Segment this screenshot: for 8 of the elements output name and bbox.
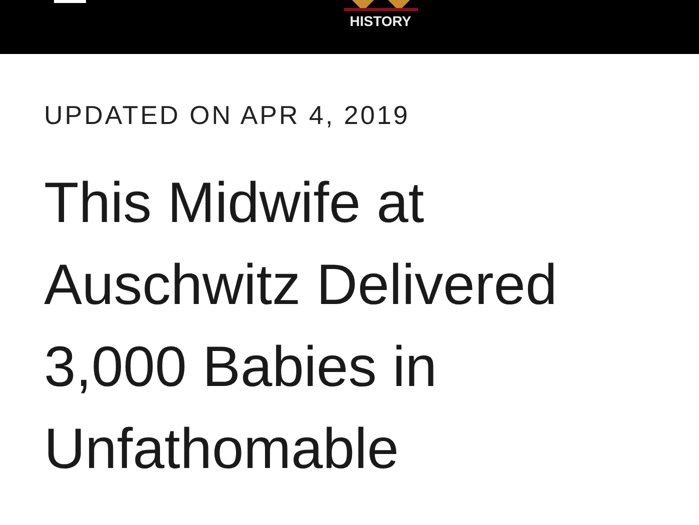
article-title: This Midwife at xyxy=(44,170,426,237)
article-title: Auschwitz Delivered xyxy=(44,252,558,319)
menu-icon[interactable] xyxy=(54,0,86,3)
article-title: 3,000 Babies in xyxy=(44,334,438,401)
logo-text[interactable]: HISTORY xyxy=(350,13,412,29)
article-title: Unfathomable xyxy=(44,416,400,483)
logo-icon xyxy=(344,0,418,11)
updated-date: UPDATED ON APR 4, 2019 xyxy=(44,99,411,132)
